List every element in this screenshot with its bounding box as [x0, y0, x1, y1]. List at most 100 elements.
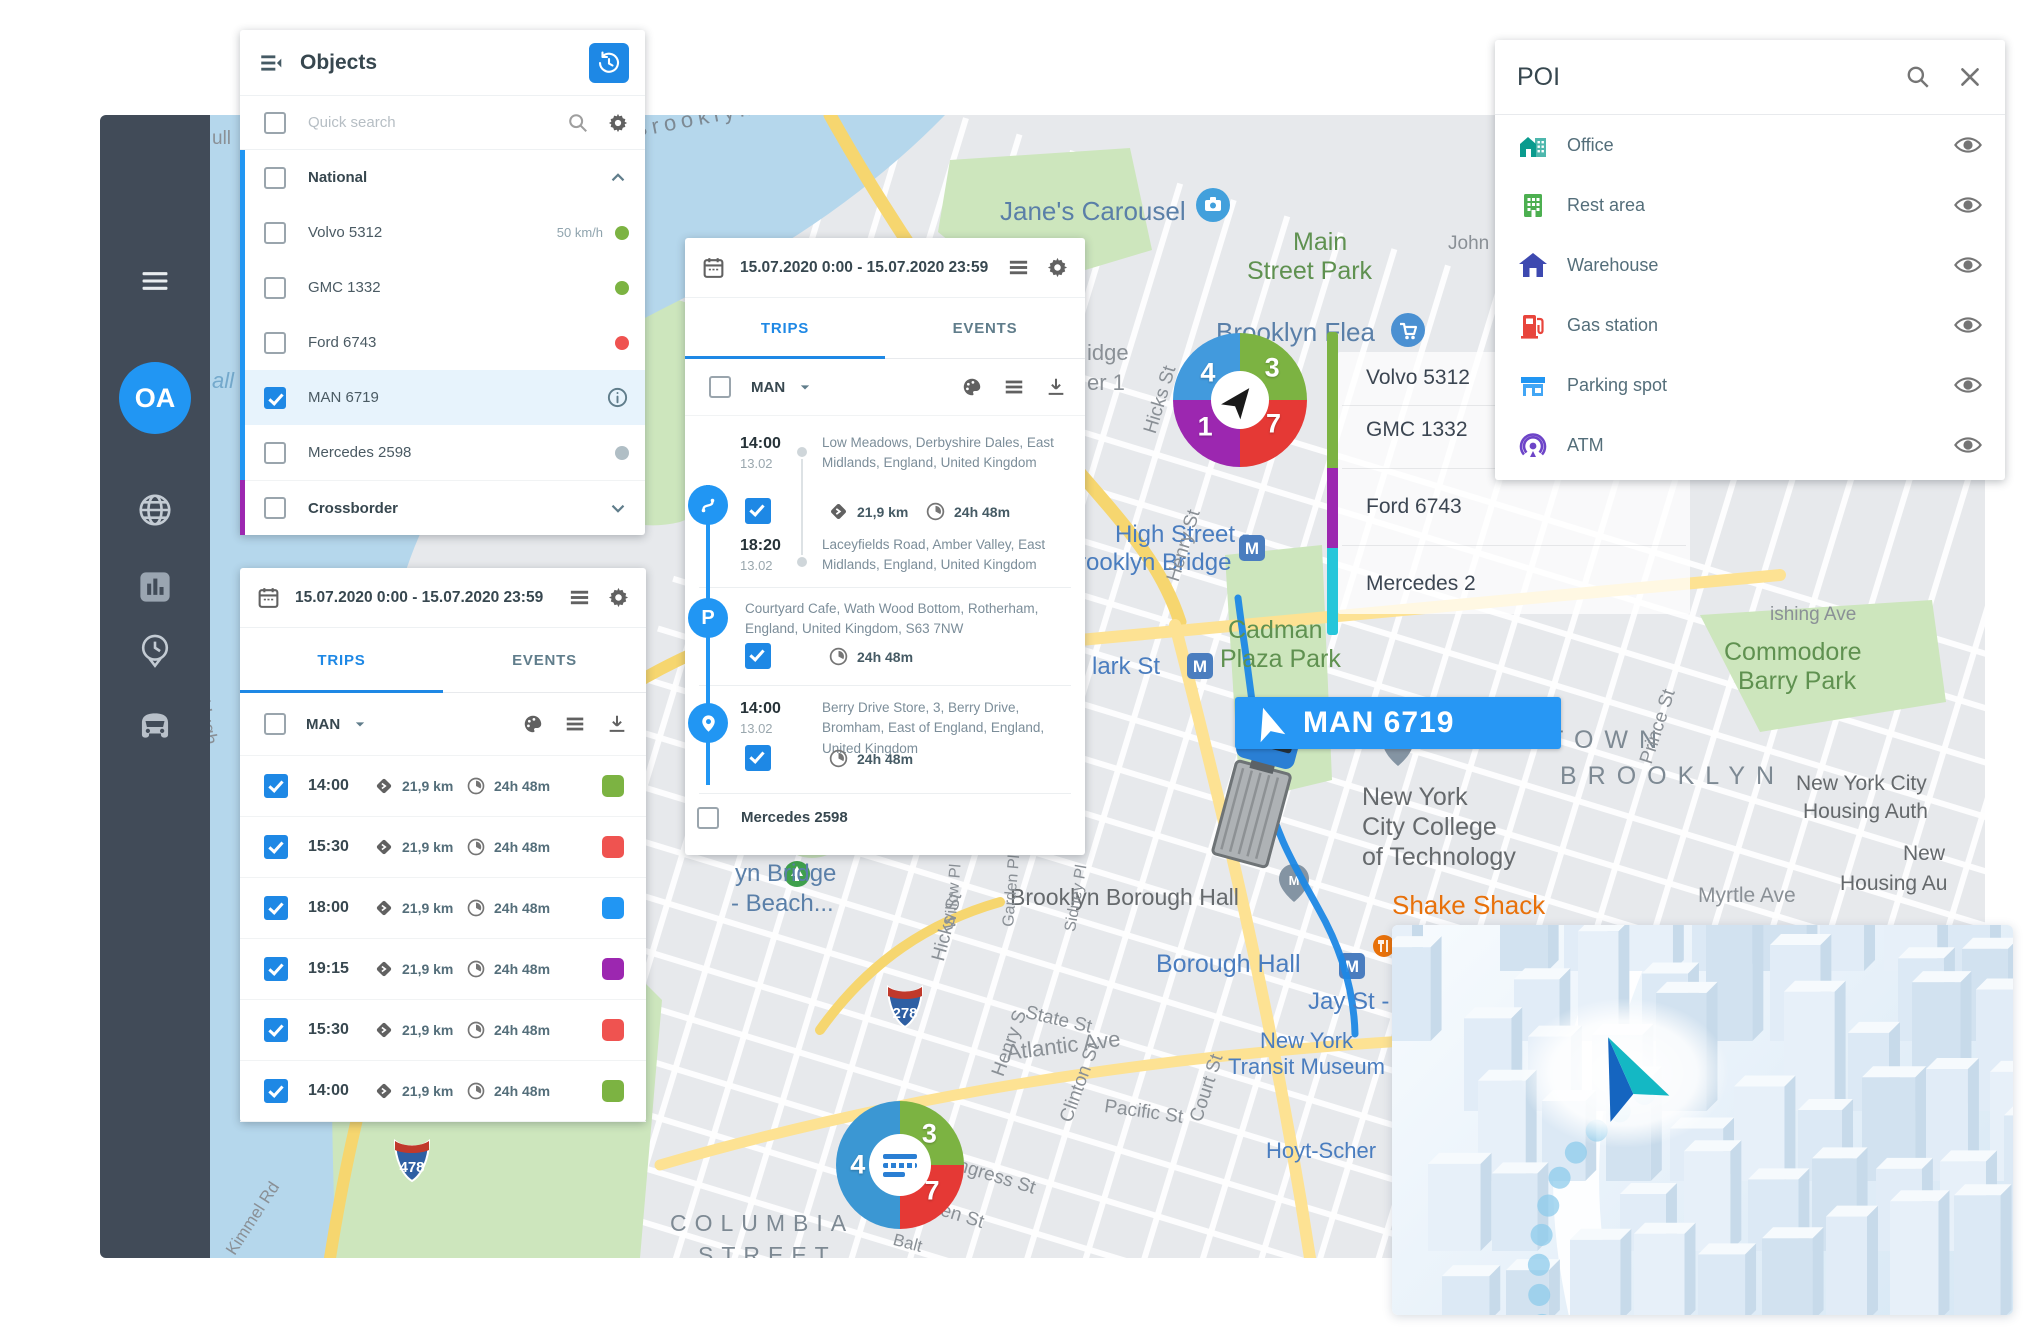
chevron-down-icon[interactable] — [607, 497, 629, 519]
trip-row[interactable]: 14:0021,9 km24h 48m — [240, 756, 646, 817]
tab-trips[interactable]: TRIPS — [685, 298, 885, 358]
group-row-national[interactable]: National — [240, 150, 645, 205]
checkbox[interactable] — [264, 442, 286, 464]
trip-row[interactable]: 15:3021,9 km24h 48m — [240, 1000, 646, 1061]
poi-row[interactable]: Gas station — [1495, 295, 2005, 355]
palette-icon[interactable] — [522, 713, 544, 735]
checkbox[interactable] — [697, 807, 719, 829]
checkbox-checked[interactable] — [264, 387, 286, 409]
list-item[interactable]: GMC 1332 — [1366, 418, 1468, 442]
checkbox[interactable] — [709, 376, 731, 398]
list-icon[interactable] — [1007, 256, 1030, 279]
checkbox[interactable] — [264, 497, 286, 519]
list-item[interactable]: Ford 6743 — [1366, 495, 1462, 519]
user-avatar[interactable]: OA — [100, 362, 210, 434]
checkbox-checked[interactable] — [745, 498, 771, 524]
close-icon[interactable] — [1957, 64, 1983, 90]
selected-vehicle-badge[interactable]: MAN 6719 — [1235, 697, 1561, 749]
calendar-icon[interactable] — [256, 585, 281, 610]
trip-row[interactable]: 15:3021,9 km24h 48m — [240, 817, 646, 878]
palette-icon[interactable] — [961, 376, 983, 398]
cluster-marker-top[interactable]: 4 3 7 1 — [1173, 333, 1307, 467]
checkbox[interactable] — [264, 277, 286, 299]
list-item[interactable]: Mercedes 2 — [1366, 572, 1476, 596]
group-row-crossborder[interactable]: Crossborder — [240, 480, 645, 535]
tab-events[interactable]: EVENTS — [885, 298, 1085, 358]
list-item[interactable]: Volvo 5312 — [1366, 366, 1470, 390]
trip-color-swatch[interactable] — [602, 836, 624, 858]
search-input[interactable]: Quick search — [308, 114, 567, 131]
history-button[interactable] — [589, 43, 629, 83]
vehicle-row[interactable]: Mercedes 2598 — [240, 425, 645, 480]
trip-color-swatch[interactable] — [602, 1019, 624, 1041]
eye-icon[interactable] — [1953, 130, 1983, 160]
poi-row[interactable]: Parking spot — [1495, 355, 2005, 415]
vehicle-row-selected[interactable]: MAN 6719 — [240, 370, 645, 425]
vehicle-row[interactable]: GMC 1332 — [240, 260, 645, 315]
poi-row[interactable]: Warehouse — [1495, 235, 2005, 295]
trip-row[interactable]: 19:1521,9 km24h 48m — [240, 939, 646, 1000]
search-icon[interactable] — [1905, 64, 1931, 90]
tab-trips[interactable]: TRIPS — [240, 628, 443, 692]
poi-row[interactable]: Office — [1495, 115, 2005, 175]
list-icon[interactable] — [568, 586, 591, 609]
date-range[interactable]: 15.07.2020 0:00 - 15.07.2020 23:59 — [295, 589, 568, 607]
checkbox[interactable] — [264, 112, 286, 134]
list-icon[interactable] — [1003, 376, 1025, 398]
trip-color-swatch[interactable] — [602, 775, 624, 797]
checkbox[interactable] — [264, 222, 286, 244]
gear-icon[interactable] — [607, 112, 629, 134]
checkbox-checked[interactable] — [264, 896, 288, 920]
eye-icon[interactable] — [1953, 250, 1983, 280]
checkbox-checked[interactable] — [745, 643, 771, 669]
trip-row[interactable]: 18:0021,9 km24h 48m — [240, 878, 646, 939]
list-icon[interactable] — [564, 713, 586, 735]
vehicle-row[interactable]: Ford 6743 — [240, 315, 645, 370]
trip-color-swatch[interactable] — [602, 897, 624, 919]
poi-row[interactable]: ATM — [1495, 415, 2005, 475]
sidebar-item-history[interactable] — [100, 631, 210, 669]
poi-row[interactable]: Rest area — [1495, 175, 2005, 235]
vehicle-row[interactable]: Volvo 5312 50 km/h — [240, 205, 645, 260]
checkbox[interactable] — [264, 332, 286, 354]
date-range[interactable]: 15.07.2020 0:00 - 15.07.2020 23:59 — [740, 259, 1007, 277]
trip-color-swatch[interactable] — [602, 1080, 624, 1102]
main-menu-button[interactable] — [100, 267, 210, 295]
gear-icon[interactable] — [607, 586, 630, 609]
vehicle-label[interactable]: Mercedes 2598 — [741, 809, 848, 826]
eye-icon[interactable] — [1953, 310, 1983, 340]
vehicle-select[interactable]: MAN — [751, 379, 785, 396]
chevron-up-icon[interactable] — [607, 167, 629, 189]
checkbox-checked[interactable] — [745, 745, 771, 771]
eye-icon[interactable] — [1953, 190, 1983, 220]
checkbox-checked[interactable] — [264, 957, 288, 981]
calendar-icon[interactable] — [701, 255, 726, 280]
sidebar-item-reports[interactable] — [100, 569, 210, 605]
gear-icon[interactable] — [1046, 256, 1069, 279]
download-icon[interactable] — [1045, 376, 1067, 398]
caret-down-icon[interactable] — [350, 714, 370, 734]
parking-icon: P — [688, 598, 728, 638]
checkbox[interactable] — [264, 167, 286, 189]
eye-icon[interactable] — [1953, 430, 1983, 460]
download-icon[interactable] — [606, 713, 628, 735]
trip-color-swatch[interactable] — [602, 958, 624, 980]
checkbox-checked[interactable] — [264, 835, 288, 859]
trip-row[interactable]: 14:0021,9 km24h 48m — [240, 1061, 646, 1122]
info-icon[interactable] — [606, 386, 629, 409]
sidebar-item-map[interactable] — [100, 491, 210, 529]
eye-icon[interactable] — [1953, 370, 1983, 400]
vehicle-select[interactable]: MAN — [306, 716, 340, 733]
map-label: ull — [212, 128, 231, 150]
search-icon[interactable] — [567, 112, 589, 134]
checkbox-checked[interactable] — [264, 1079, 288, 1103]
collapse-menu-icon[interactable] — [258, 50, 284, 76]
checkbox[interactable] — [264, 713, 286, 735]
sidebar-item-fleet[interactable] — [100, 707, 210, 741]
track-bar-segment — [1327, 468, 1338, 548]
checkbox-checked[interactable] — [264, 774, 288, 798]
tab-events[interactable]: EVENTS — [443, 628, 646, 692]
checkbox-checked[interactable] — [264, 1018, 288, 1042]
cluster-marker-bottom[interactable]: 3 7 4 — [836, 1101, 964, 1229]
caret-down-icon[interactable] — [795, 377, 815, 397]
